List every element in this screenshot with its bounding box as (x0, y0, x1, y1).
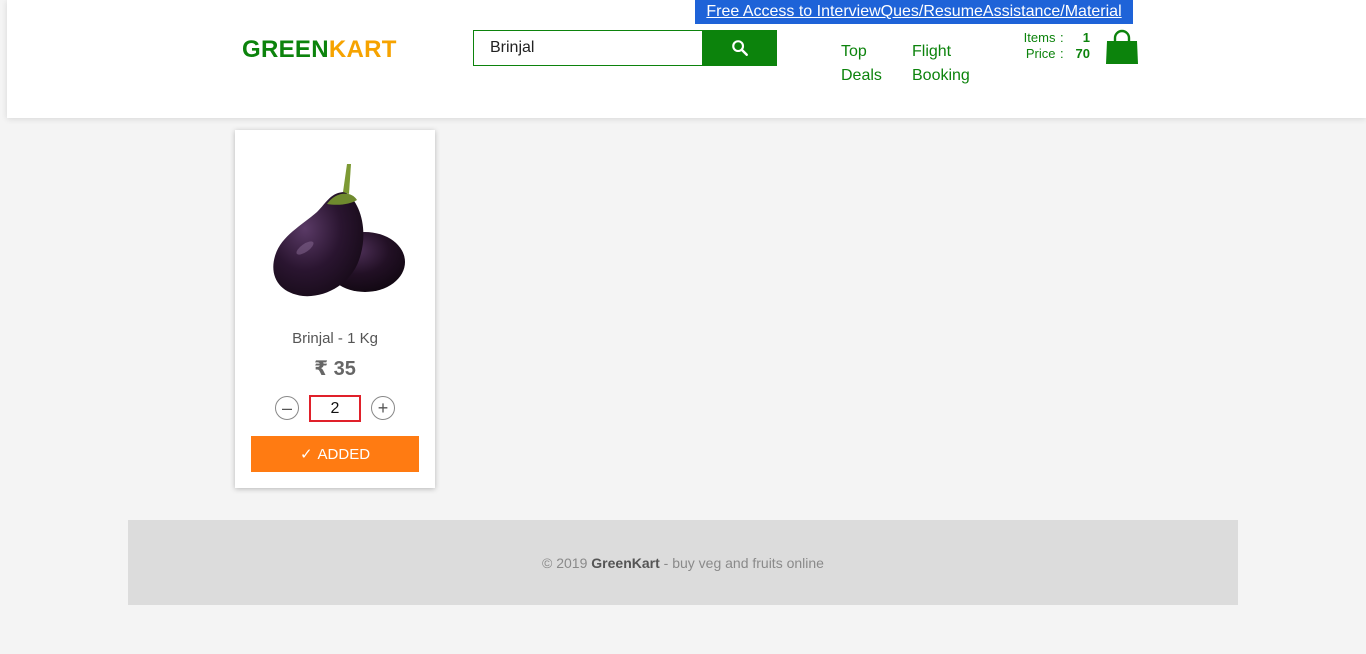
search-button[interactable] (702, 30, 777, 66)
add-to-cart-button[interactable]: ✓ ADDED (251, 436, 419, 472)
cart-items-label: Items (1023, 30, 1056, 45)
footer: © 2019 GreenKart - buy veg and fruits on… (128, 520, 1238, 605)
promo-link[interactable]: Free Access to InterviewQues/ResumeAssis… (695, 0, 1133, 24)
cart-items-row: Items : 1 (1010, 30, 1090, 46)
nav-flight-booking[interactable]: Flight Booking (912, 40, 982, 88)
add-to-cart-label: ADDED (317, 445, 371, 463)
search-icon (731, 40, 748, 56)
brinjal-image (273, 164, 405, 297)
decrement-button[interactable]: – (275, 396, 299, 420)
greenkart-logo[interactable]: GREENKART (242, 36, 397, 64)
quantity-input[interactable] (309, 395, 361, 422)
logo-kart: KART (328, 36, 397, 63)
cart-price-row: Price : 70 (1010, 46, 1090, 62)
cart-icon[interactable] (1104, 28, 1140, 66)
product-name: Brinjal - 1 Kg (292, 330, 378, 347)
search-input[interactable] (473, 30, 703, 66)
cart-price-label: Price (1025, 46, 1056, 61)
product-card: Brinjal - 1 Kg ₹ 35 – + ✓ ADDED (235, 130, 435, 488)
cart-price-value: 70 (1075, 46, 1090, 61)
checkmark-icon: ✓ (299, 446, 313, 463)
cart-price-separator: : (1060, 46, 1064, 61)
footer-prefix: © 2019 (542, 554, 592, 571)
cart-items-separator: : (1060, 30, 1064, 45)
cart-items-value: 1 (1082, 30, 1090, 45)
nav-top-deals[interactable]: Top Deals (841, 40, 891, 88)
product-price: ₹ 35 (314, 358, 356, 380)
footer-suffix: - buy veg and fruits online (659, 554, 824, 571)
cart-summary: Items : 1 Price : 70 (1010, 30, 1090, 62)
footer-brand: GreenKart (591, 554, 660, 571)
logo-green: GREEN (242, 36, 329, 63)
shopping-bag-icon (1106, 29, 1138, 64)
increment-button[interactable]: + (371, 396, 395, 420)
